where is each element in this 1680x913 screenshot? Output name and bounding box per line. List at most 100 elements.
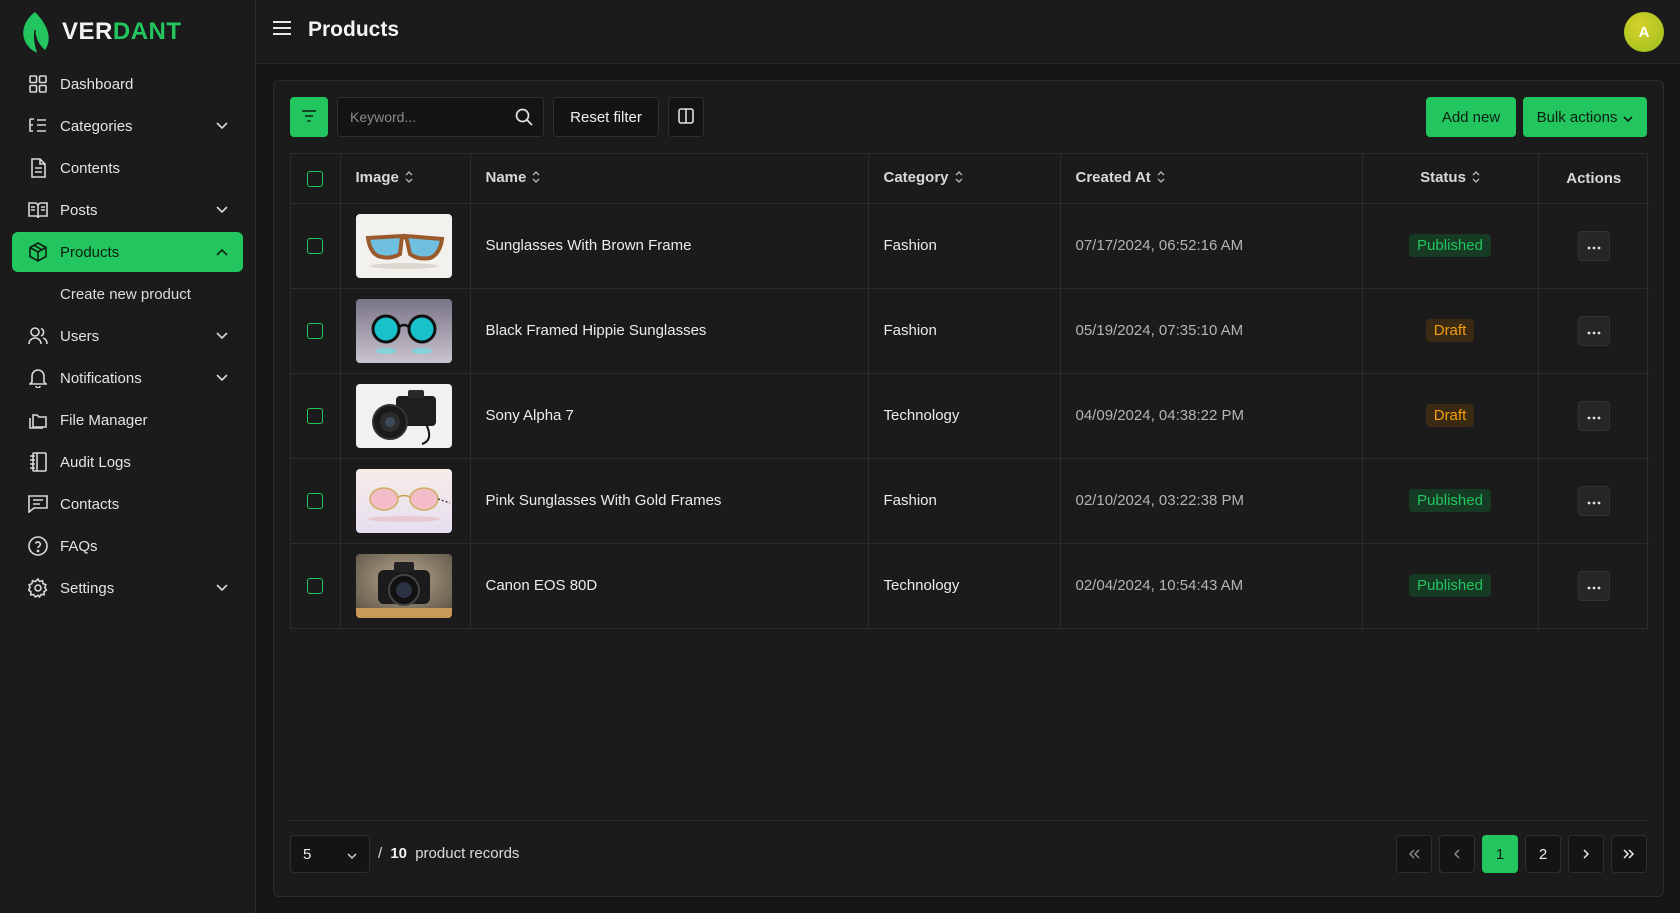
- sort-icon: [1472, 170, 1480, 187]
- table-row: Black Framed Hippie Sunglasses Fashion 0…: [291, 288, 1649, 374]
- sidebar-item-notifications[interactable]: Notifications: [12, 358, 243, 398]
- sidebar-item-dashboard[interactable]: Dashboard: [12, 64, 243, 104]
- hamburger-menu-icon[interactable]: [272, 20, 294, 42]
- product-name[interactable]: Sunglasses With Brown Frame: [470, 203, 869, 289]
- sidebar-item-contacts[interactable]: Contacts: [12, 484, 243, 524]
- sidebar-nav: Dashboard Categories Contents Posts Prod…: [12, 64, 243, 610]
- row-checkbox[interactable]: [307, 323, 323, 340]
- chevron-down-icon: [347, 846, 357, 863]
- more-horizontal-icon: [1587, 237, 1601, 254]
- sidebar-item-posts[interactable]: Posts: [12, 190, 243, 230]
- sidebar-item-label: FAQs: [60, 537, 98, 555]
- row-actions-button[interactable]: [1577, 230, 1610, 261]
- product-name[interactable]: Pink Sunglasses With Gold Frames: [470, 458, 869, 544]
- records-label: product records: [415, 845, 520, 862]
- column-toggle-button[interactable]: [668, 97, 704, 137]
- product-name[interactable]: Black Framed Hippie Sunglasses: [470, 288, 869, 374]
- search-input[interactable]: [338, 98, 508, 136]
- column-header-label: Image: [355, 169, 399, 187]
- column-header-name[interactable]: Name: [470, 154, 869, 204]
- filter-icon: [301, 109, 317, 125]
- product-image-camera-sony[interactable]: [355, 383, 452, 448]
- row-checkbox[interactable]: [307, 408, 323, 425]
- add-new-button[interactable]: Add new: [1426, 97, 1516, 137]
- sidebar-item-contents[interactable]: Contents: [12, 148, 243, 188]
- sidebar: VERDANT Dashboard Categories Contents Po…: [0, 0, 256, 913]
- folders-icon: [28, 410, 48, 430]
- status-badge: Published: [1409, 489, 1491, 512]
- sidebar-item-label: Audit Logs: [60, 453, 131, 471]
- sidebar-item-users[interactable]: Users: [12, 316, 243, 356]
- select-all-checkbox[interactable]: [307, 170, 323, 187]
- sidebar-item-label: Settings: [60, 579, 115, 597]
- bulk-actions-label: Bulk actions: [1536, 108, 1618, 126]
- sidebar-item-faqs[interactable]: FAQs: [12, 526, 243, 566]
- prev-page-button[interactable]: [1439, 835, 1475, 873]
- product-image-sunglasses-round[interactable]: [355, 298, 452, 363]
- gear-icon: [28, 578, 48, 598]
- records-separator: /: [378, 845, 383, 862]
- sort-icon: [1157, 170, 1165, 187]
- product-image-camera-canon[interactable]: [355, 553, 452, 618]
- top-header: Products A: [256, 0, 1680, 64]
- column-header-created-at[interactable]: Created At: [1060, 154, 1363, 204]
- sidebar-item-settings[interactable]: Settings: [12, 568, 243, 608]
- product-name[interactable]: Sony Alpha 7: [470, 373, 869, 459]
- product-name[interactable]: Canon EOS 80D: [470, 543, 869, 628]
- search-icon[interactable]: [515, 108, 533, 126]
- sidebar-subitem-create-product[interactable]: Create new product: [12, 274, 243, 314]
- per-page-value: 5: [303, 845, 312, 863]
- next-page-button[interactable]: [1568, 835, 1604, 873]
- sidebar-item-categories[interactable]: Categories: [12, 106, 243, 146]
- row-actions-button[interactable]: [1577, 485, 1610, 516]
- chevron-down-icon: [215, 203, 229, 217]
- records-count: / 10 product records: [378, 845, 519, 862]
- message-icon: [28, 494, 48, 514]
- filter-button[interactable]: [290, 97, 328, 137]
- brand-logo[interactable]: VERDANT: [18, 10, 182, 54]
- sidebar-item-audit-logs[interactable]: Audit Logs: [12, 442, 243, 482]
- sidebar-item-label: Contents: [60, 159, 121, 177]
- row-checkbox[interactable]: [307, 578, 323, 595]
- avatar[interactable]: A: [1624, 12, 1664, 52]
- page-button-2[interactable]: 2: [1525, 835, 1561, 873]
- columns-icon: [678, 107, 694, 127]
- chevron-down-icon: [215, 329, 229, 343]
- sidebar-item-products[interactable]: Products: [12, 232, 243, 272]
- sidebar-item-label: Notifications: [60, 369, 142, 387]
- table-header-row: Image Name Category Created At Status Ac…: [291, 154, 1649, 204]
- product-category: Technology: [868, 373, 1061, 459]
- sidebar-item-label: Products: [60, 243, 120, 261]
- created-at: 07/17/2024, 06:52:16 AM: [1060, 203, 1363, 289]
- product-category: Fashion: [868, 458, 1061, 544]
- table-toolbar: Reset filter Add new Bulk actions: [290, 97, 1647, 137]
- more-horizontal-icon: [1587, 407, 1601, 424]
- column-header-category[interactable]: Category: [868, 154, 1061, 204]
- column-header-image[interactable]: Image: [340, 154, 471, 204]
- last-page-button[interactable]: [1611, 835, 1647, 873]
- chevron-down-icon: [215, 581, 229, 595]
- chevron-down-icon: [215, 371, 229, 385]
- created-at: 02/10/2024, 03:22:38 PM: [1060, 458, 1363, 544]
- sort-icon: [405, 170, 413, 187]
- column-header-status[interactable]: Status: [1362, 154, 1539, 204]
- grid-icon: [28, 74, 48, 94]
- sidebar-item-file-manager[interactable]: File Manager: [12, 400, 243, 440]
- row-actions-button[interactable]: [1577, 400, 1610, 431]
- product-image-sunglasses-brown[interactable]: [355, 213, 452, 278]
- first-page-button[interactable]: [1396, 835, 1432, 873]
- brand-name: VERDANT: [62, 18, 182, 46]
- row-checkbox[interactable]: [307, 238, 323, 255]
- row-actions-button[interactable]: [1577, 315, 1610, 346]
- pagination: 1 2: [1396, 835, 1647, 873]
- per-page-select[interactable]: 5: [290, 835, 370, 873]
- table-footer: 5 / 10 product records 1 2: [290, 820, 1647, 880]
- more-horizontal-icon: [1587, 577, 1601, 594]
- page-button-1[interactable]: 1: [1482, 835, 1518, 873]
- product-image-sunglasses-pink[interactable]: [355, 468, 452, 533]
- row-checkbox[interactable]: [307, 493, 323, 510]
- row-actions-button[interactable]: [1577, 570, 1610, 601]
- status-badge: Draft: [1425, 319, 1475, 342]
- bulk-actions-button[interactable]: Bulk actions: [1523, 97, 1647, 137]
- reset-filter-button[interactable]: Reset filter: [553, 97, 659, 137]
